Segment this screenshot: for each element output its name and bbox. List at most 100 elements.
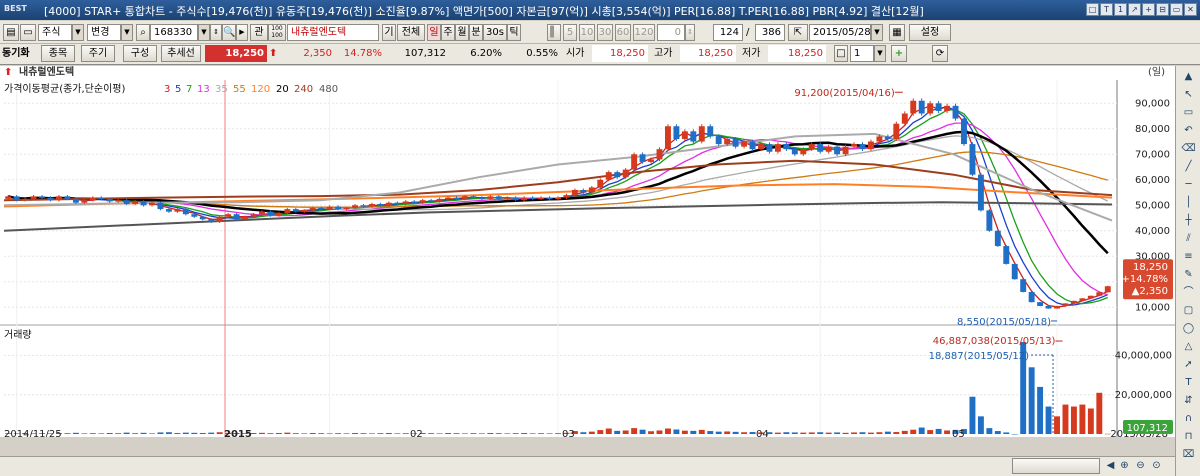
chart-unit-label: (일) xyxy=(1148,67,1166,78)
period-minute-button[interactable]: 분 xyxy=(469,24,483,41)
window-minimize-button[interactable]: ⊟ xyxy=(1156,3,1169,16)
volume-bar xyxy=(944,430,951,434)
window-ctl-plus[interactable]: + xyxy=(1142,3,1155,16)
chart-refresh-icon[interactable]: ⇱ xyxy=(788,24,808,41)
scroll-up-icon[interactable]: ▲ xyxy=(1181,70,1196,84)
zoom-out-icon[interactable]: ⊖ xyxy=(1133,459,1148,473)
horizontal-line-icon[interactable]: ─ xyxy=(1181,178,1196,192)
arrow-tool-icon[interactable]: ➚ xyxy=(1181,358,1196,372)
gap-tool-icon[interactable]: ⇵ xyxy=(1181,394,1196,408)
compose-button[interactable]: 구성 xyxy=(123,45,157,62)
n60-button[interactable]: 60 xyxy=(615,24,631,41)
candle-body xyxy=(428,200,435,202)
volume-bar xyxy=(927,430,934,434)
candle-body xyxy=(834,146,841,155)
monitor-tool-icon[interactable]: ▭ xyxy=(1181,106,1196,120)
reload-icon[interactable]: ⟳ xyxy=(932,45,948,62)
window-ctl-link[interactable]: ↗ xyxy=(1128,3,1141,16)
fibonacci-icon[interactable]: ≡ xyxy=(1181,250,1196,264)
rectangle-tool-icon[interactable]: ▢ xyxy=(1181,304,1196,318)
n10-button[interactable]: 10 xyxy=(579,24,595,41)
arc-icon[interactable]: ⌒ xyxy=(1181,286,1196,300)
candle-body xyxy=(774,144,781,152)
period-button[interactable]: 주기 xyxy=(81,45,115,62)
eraser-icon[interactable]: ⌫ xyxy=(1181,142,1196,156)
zoom-fit-icon[interactable]: ⊙ xyxy=(1149,459,1164,473)
date-dropdown-icon[interactable]: ▼ xyxy=(871,24,883,41)
stock-name-field: 내츄럴엔도텍 xyxy=(287,24,379,41)
vertical-line-icon[interactable]: │ xyxy=(1181,196,1196,210)
play-icon[interactable]: ▶ xyxy=(236,24,248,41)
code-dropdown-icon[interactable]: ▼ xyxy=(198,24,210,41)
candle-body xyxy=(72,198,79,203)
change-select[interactable]: 변경 xyxy=(87,24,121,41)
sync-tab[interactable]: 동기화 xyxy=(2,45,30,62)
item-button[interactable]: 종목 xyxy=(41,45,75,62)
market-select[interactable]: 주식 xyxy=(38,24,72,41)
bottom-scroll-bar: ◀ ⊕ ⊖ ⊙ xyxy=(0,456,1175,476)
stock-chart[interactable]: 10,00020,00030,00040,00050,00060,00070,0… xyxy=(0,80,1175,437)
channel-icon[interactable]: ⫽ xyxy=(1181,232,1196,246)
period-tick-button[interactable]: 틱 xyxy=(507,24,521,41)
volume-bar xyxy=(259,432,265,434)
trend-line-icon[interactable]: ╱ xyxy=(1181,160,1196,174)
horizontal-scrollbar[interactable] xyxy=(1012,458,1100,474)
trendline-button[interactable]: 추세선 xyxy=(161,45,201,62)
date-input[interactable]: 2015/05/28 xyxy=(809,24,871,41)
count1-input[interactable]: 124 xyxy=(713,24,743,41)
window-ctl-one[interactable]: 1 xyxy=(1114,3,1127,16)
n30-button[interactable]: 30 xyxy=(597,24,613,41)
layout-icon[interactable]: ▤ xyxy=(3,24,19,41)
gi-button[interactable]: 기 xyxy=(382,24,396,41)
period-30s-button[interactable]: 30s xyxy=(483,24,507,41)
lock-icon[interactable]: ⊓ xyxy=(1181,430,1196,444)
volume-bar xyxy=(546,433,553,434)
cross-line-icon[interactable]: ┼ xyxy=(1181,214,1196,228)
stock-code-input[interactable]: 168330 xyxy=(150,24,198,41)
triangle-tool-icon[interactable]: △ xyxy=(1181,340,1196,354)
magnet-icon[interactable]: ∩ xyxy=(1181,412,1196,426)
monitor-icon[interactable]: ▭ xyxy=(20,24,36,41)
volume-bar xyxy=(783,432,790,434)
add-plus-icon[interactable]: + xyxy=(891,45,907,62)
pointer-icon[interactable]: ↖ xyxy=(1181,88,1196,102)
volume-bar xyxy=(893,432,900,434)
volume-bar xyxy=(504,433,511,434)
volume-bar xyxy=(1079,404,1086,434)
undo-icon[interactable]: ↶ xyxy=(1181,124,1196,138)
low-label: 저가 xyxy=(742,48,761,59)
period-day-button[interactable]: 일 xyxy=(427,24,441,41)
n5-button[interactable]: 5 xyxy=(563,24,577,41)
market-dropdown-icon[interactable]: ▼ xyxy=(72,24,84,41)
text-tool-icon[interactable]: T xyxy=(1181,376,1196,390)
count-dropdown-icon[interactable]: ▼ xyxy=(874,45,886,62)
volume-bar xyxy=(1045,406,1052,434)
zoom-in-icon[interactable]: ⊕ xyxy=(1117,459,1132,473)
all-button[interactable]: 전체 xyxy=(397,24,425,41)
window-ctl-text[interactable]: T xyxy=(1100,3,1113,16)
spin-updown-icon[interactable]: ⇕ xyxy=(210,24,222,41)
trash-icon[interactable]: ⌧ xyxy=(1181,448,1196,462)
candle-body xyxy=(360,205,367,207)
n120-button[interactable]: 120 xyxy=(633,24,655,41)
pencil-icon[interactable]: ✎ xyxy=(1181,268,1196,282)
settings-button[interactable]: 설정 xyxy=(909,24,951,41)
zero-input[interactable]: 0 xyxy=(657,24,685,41)
calendar-icon[interactable]: ▦ xyxy=(889,24,905,41)
window-ctl-restore[interactable]: □ xyxy=(1086,3,1099,16)
search-code-icon[interactable]: ⌕ xyxy=(136,24,150,41)
scroll-left-icon[interactable]: ◀ xyxy=(1103,459,1118,473)
window-close-button[interactable]: ✕ xyxy=(1184,3,1197,16)
change-dropdown-icon[interactable]: ▼ xyxy=(121,24,133,41)
period-week-button[interactable]: 주 xyxy=(441,24,455,41)
count-select[interactable]: 1 xyxy=(850,45,874,62)
period-month-button[interactable]: 월 xyxy=(455,24,469,41)
window-maximize-button[interactable]: ▭ xyxy=(1170,3,1183,16)
magnifier-icon[interactable]: 🔍 xyxy=(222,24,236,41)
checkbox-icon[interactable]: □ xyxy=(834,45,848,62)
grid-100-icon[interactable]: 100 100 xyxy=(268,24,286,41)
count2-input[interactable]: 386 xyxy=(755,24,785,41)
zero-spin-icon[interactable]: ⇕ xyxy=(685,24,695,41)
watchlist-gwan-button[interactable]: 관 xyxy=(250,24,268,41)
ellipse-tool-icon[interactable]: ◯ xyxy=(1181,322,1196,336)
